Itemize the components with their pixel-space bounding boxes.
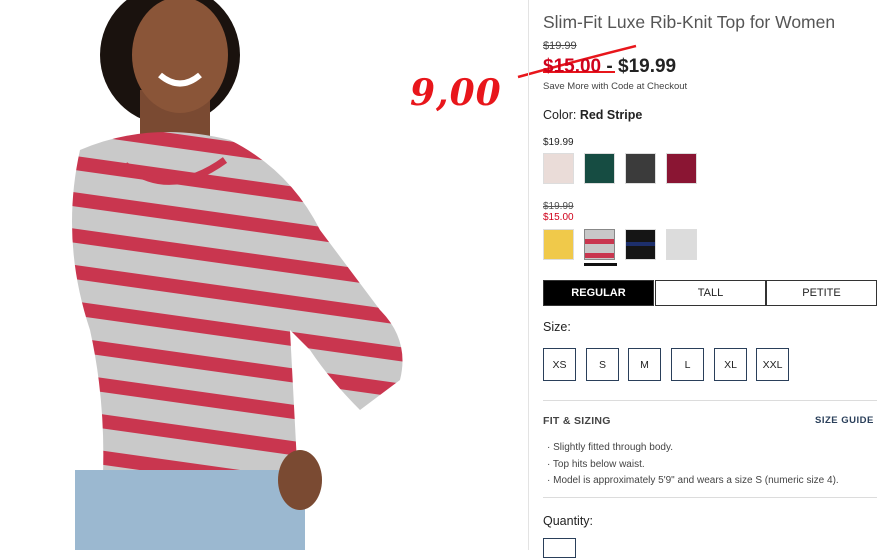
list-item: · Top hits below waist. <box>547 458 645 470</box>
save-more-note: Save More with Code at Checkout <box>543 81 688 92</box>
tab-regular[interactable]: REGULAR <box>543 280 654 306</box>
quantity-label: Quantity: <box>543 514 594 528</box>
quantity-input[interactable] <box>543 538 576 558</box>
selected-swatch-indicator <box>584 263 617 266</box>
fit-tabs: REGULAR TALL PETITE <box>543 280 877 306</box>
swatch-light-pink[interactable] <box>543 153 574 184</box>
handwritten-price-annotation: 9,00 <box>410 72 502 114</box>
size-s-button[interactable]: S <box>586 348 619 381</box>
size-guide-link[interactable]: SIZE GUIDE <box>815 415 874 426</box>
swatch-burgundy[interactable] <box>666 153 697 184</box>
tab-petite[interactable]: PETITE <box>766 280 877 306</box>
list-item: · Slightly fitted through body. <box>547 442 673 453</box>
price-range: $15.00 - $19.99 <box>543 56 676 78</box>
product-title: Slim-Fit Luxe Rib-Knit Top for Women <box>543 12 836 32</box>
price-separator: - <box>601 56 619 77</box>
fit-details-list: · Slightly fitted through body. · Top hi… <box>547 440 839 490</box>
divider <box>543 400 877 401</box>
color-label: Color: <box>543 108 577 122</box>
size-m-button[interactable]: M <box>628 348 661 381</box>
panel-divider <box>528 0 529 550</box>
swatch-group1-price: $19.99 <box>543 137 574 148</box>
swatch-group2-original-price: $19.99 <box>543 201 574 212</box>
fit-sizing-heading: FIT & SIZING <box>543 415 611 427</box>
size-l-button[interactable]: L <box>671 348 704 381</box>
list-item: · Model is approximately 5'9" and wears … <box>547 475 839 486</box>
divider <box>543 497 877 498</box>
swatch-group2-sale-price: $15.00 <box>543 212 574 223</box>
swatch-yellow[interactable] <box>543 229 574 260</box>
product-image[interactable] <box>0 0 415 550</box>
color-selection-label: Color: Red Stripe <box>543 108 642 122</box>
sale-price: $15.00 <box>543 56 602 77</box>
swatch-navy-stripe[interactable] <box>625 229 656 260</box>
selected-color-name: Red Stripe <box>579 108 643 122</box>
regular-price: $19.99 <box>618 56 677 77</box>
size-xs-button[interactable]: XS <box>543 348 576 381</box>
swatch-charcoal[interactable] <box>625 153 656 184</box>
swatch-light-gray[interactable] <box>666 229 697 260</box>
swatch-red-stripe[interactable] <box>584 229 615 260</box>
size-label: Size: <box>543 320 571 334</box>
original-price: $19.99 <box>543 40 577 52</box>
size-xl-button[interactable]: XL <box>714 348 747 381</box>
tab-tall[interactable]: TALL <box>655 280 766 306</box>
swatch-dark-green[interactable] <box>584 153 615 184</box>
size-xxl-button[interactable]: XXL <box>756 348 789 381</box>
